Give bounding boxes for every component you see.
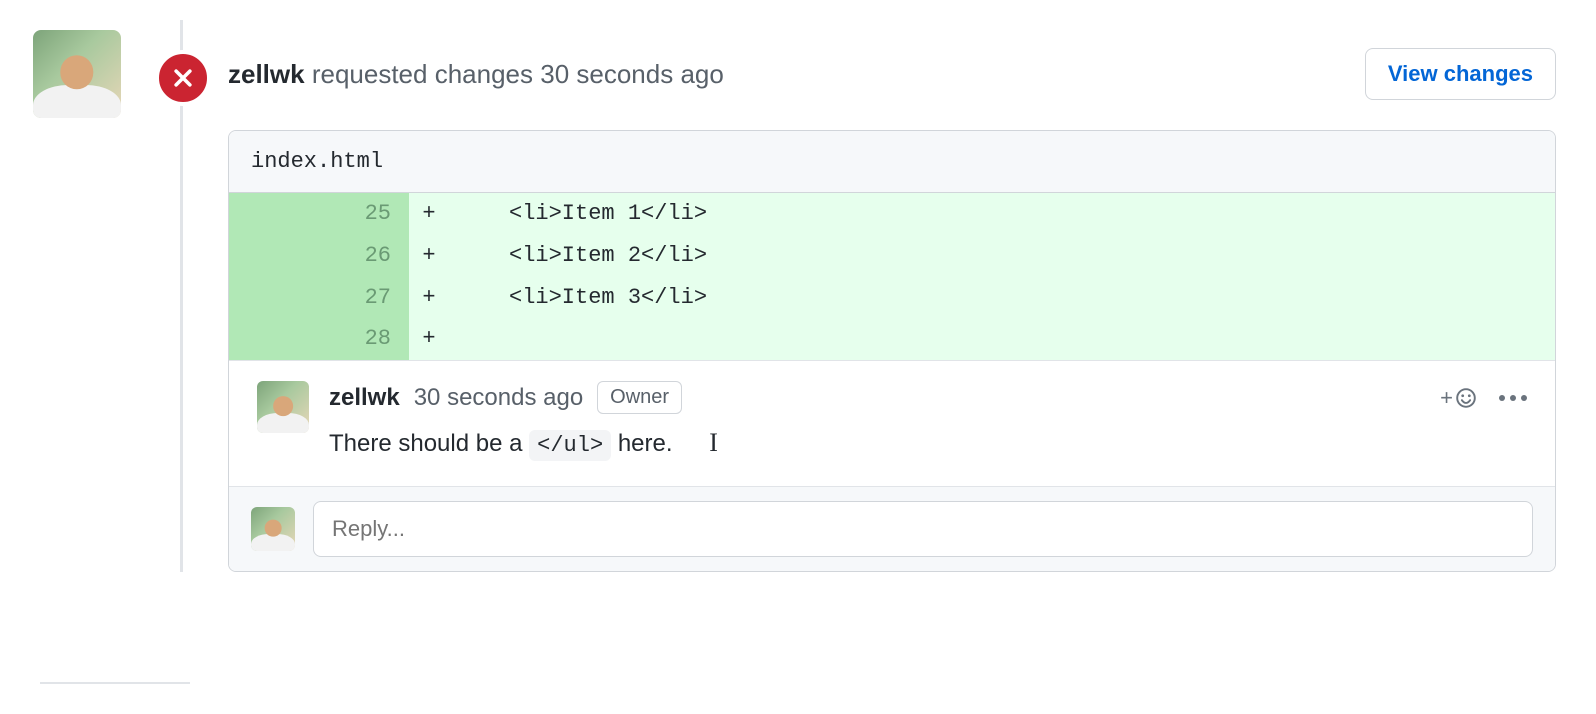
comment-text-before: There should be a [329, 430, 529, 457]
diff-row: 27+<li>Item 3</li> [229, 277, 1555, 319]
comment-code: </ul> [529, 430, 611, 461]
diff-row: 26+<li>Item 2</li> [229, 235, 1555, 277]
plus-icon: + [1440, 385, 1453, 411]
comment-text: There should be a </ul> here. I [329, 428, 1527, 458]
add-reaction-button[interactable]: + [1440, 385, 1477, 411]
review-author[interactable]: zellwk [228, 59, 305, 89]
diff-code [449, 318, 1555, 360]
review-title: zellwk requested changes 30 seconds ago [228, 59, 724, 90]
review-action: requested changes [312, 59, 533, 89]
diff-code: <li>Item 2</li> [449, 235, 1555, 277]
diff-table: 25+<li>Item 1</li>26+<li>Item 2</li>27+<… [229, 193, 1555, 360]
reply-avatar[interactable] [251, 507, 295, 551]
diff-code: <li>Item 3</li> [449, 277, 1555, 319]
comment-text-after: here. [611, 430, 672, 457]
diff-marker: + [409, 193, 449, 235]
reply-row [229, 486, 1555, 571]
view-changes-button[interactable]: View changes [1365, 48, 1556, 100]
comment-time[interactable]: 30 seconds ago [414, 384, 583, 412]
text-cursor-icon: I [709, 428, 718, 458]
diff-code: <li>Item 1</li> [449, 193, 1555, 235]
commenter-avatar[interactable] [257, 381, 309, 433]
diff-marker: + [409, 277, 449, 319]
reply-input[interactable] [313, 501, 1533, 557]
line-number: 26 [229, 235, 409, 277]
comment-author[interactable]: zellwk [329, 384, 400, 412]
review-comment: zellwk 30 seconds ago Owner + [229, 360, 1555, 486]
review-comment-box: index.html 25+<li>Item 1</li>26+<li>Item… [228, 130, 1556, 572]
line-number: 25 [229, 193, 409, 235]
review-time: 30 seconds ago [540, 59, 724, 89]
diff-row: 28+ [229, 318, 1555, 360]
review-header: zellwk requested changes 30 seconds ago … [228, 30, 1556, 120]
diff-marker: + [409, 235, 449, 277]
smiley-icon [1455, 387, 1477, 409]
line-number: 27 [229, 277, 409, 319]
owner-badge: Owner [597, 381, 682, 414]
comment-menu-button[interactable] [1499, 395, 1527, 401]
file-name[interactable]: index.html [229, 131, 1555, 193]
diff-marker: + [409, 318, 449, 360]
changes-requested-icon [155, 50, 211, 106]
reviewer-avatar[interactable] [33, 30, 121, 118]
divider [40, 682, 190, 684]
diff-row: 25+<li>Item 1</li> [229, 193, 1555, 235]
line-number: 28 [229, 318, 409, 360]
